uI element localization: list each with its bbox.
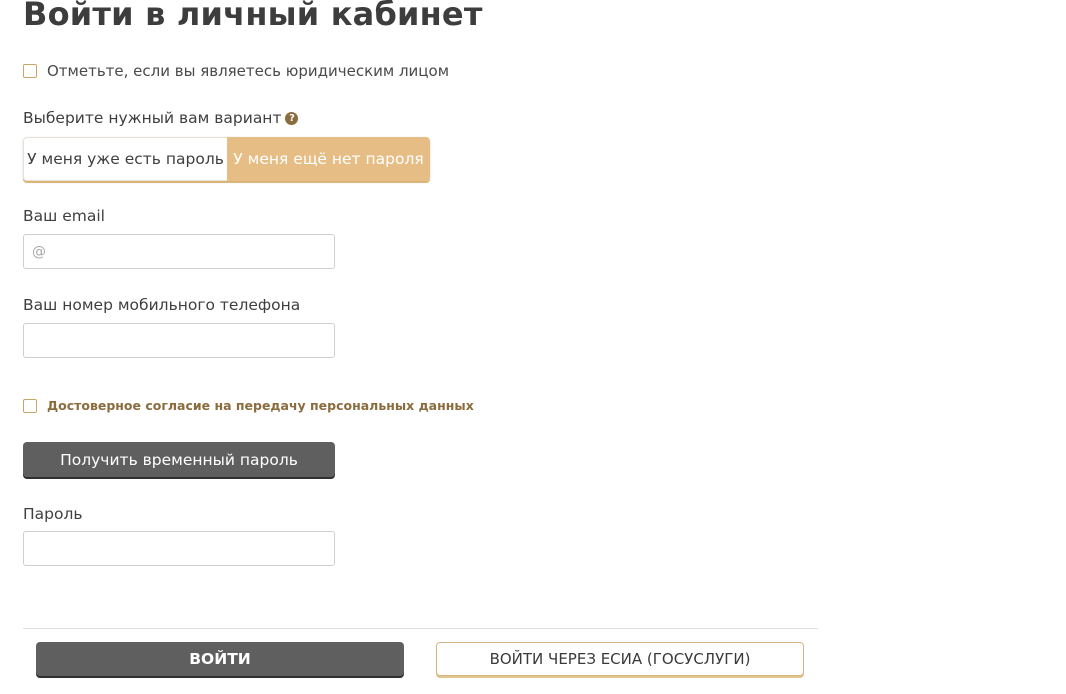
email-field[interactable] xyxy=(23,234,335,269)
variant-label: Выберите нужный вам вариант ? xyxy=(23,109,299,127)
legal-entity-checkbox[interactable] xyxy=(23,64,37,78)
password-variant-switch: У меня уже есть пароль У меня ещё нет па… xyxy=(23,137,430,181)
login-button[interactable]: ВОЙТИ xyxy=(36,642,404,676)
login-page: Войти в личный кабинет Отметьте, если вы… xyxy=(0,0,1066,694)
page-title: Войти в личный кабинет xyxy=(23,0,483,33)
email-label: Ваш email xyxy=(23,207,105,225)
get-temp-password-button[interactable]: Получить временный пароль xyxy=(23,442,335,477)
footer-divider xyxy=(23,628,818,629)
question-circle-icon[interactable]: ? xyxy=(285,111,299,125)
consent-checkbox-row[interactable]: Достоверное согласие на передачу персона… xyxy=(23,398,474,413)
consent-checkbox[interactable] xyxy=(23,398,37,413)
legal-entity-checkbox-row[interactable]: Отметьте, если вы являетесь юридическим … xyxy=(23,62,449,80)
variant-option-no-password[interactable]: У меня ещё нет пароля xyxy=(227,137,430,181)
variant-option-has-password[interactable]: У меня уже есть пароль xyxy=(23,137,227,181)
consent-label[interactable]: Достоверное согласие на передачу персона… xyxy=(47,398,474,413)
phone-label: Ваш номер мобильного телефона xyxy=(23,296,301,314)
legal-entity-label: Отметьте, если вы являетесь юридическим … xyxy=(47,62,450,80)
phone-field[interactable] xyxy=(23,323,335,358)
password-label: Пароль xyxy=(23,505,83,523)
variant-label-text: Выберите нужный вам вариант xyxy=(23,109,282,127)
esia-login-button[interactable]: ВОЙТИ ЧЕРЕЗ ЕСИА (ГОСУСЛУГИ) xyxy=(436,642,804,676)
password-field[interactable] xyxy=(23,531,335,566)
